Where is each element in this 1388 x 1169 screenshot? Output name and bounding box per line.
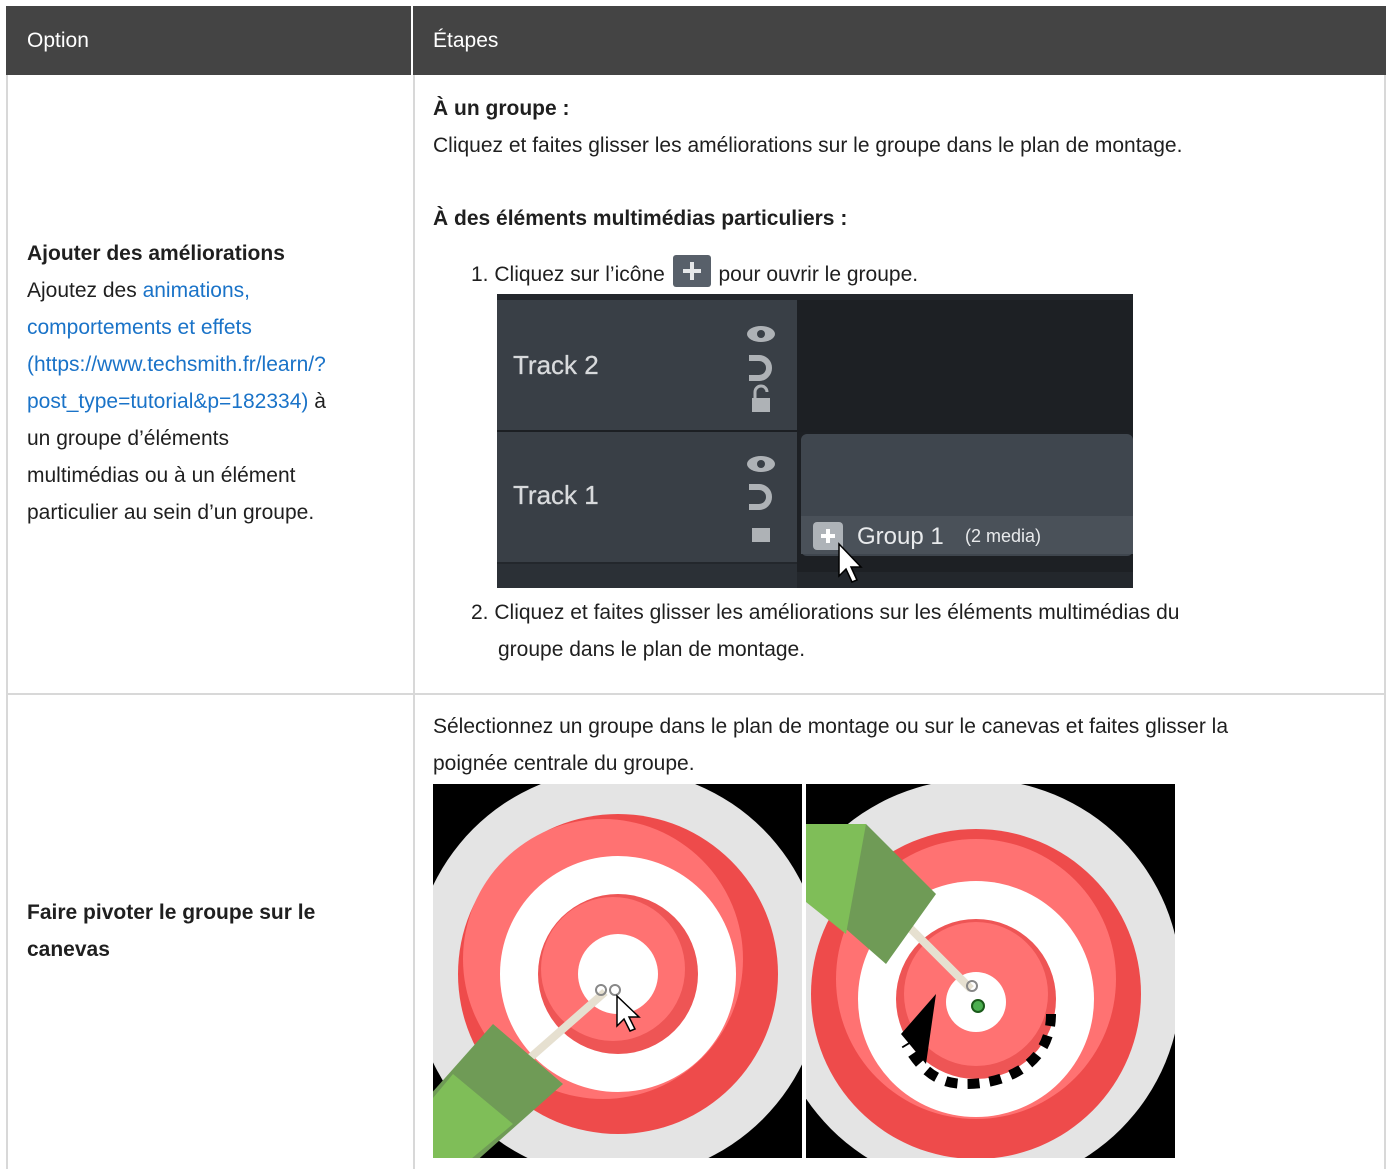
step2: 2. Cliquez et faites glisser les amélior… [471,594,1371,668]
row1-option-title: Ajouter des améliorations [27,242,285,265]
step2-line1: 2. Cliquez et faites glisser les amélior… [471,594,1371,631]
steps-heading-group: À un groupe : [433,97,570,120]
column-header-steps: Étapes [413,6,1386,75]
table-border-right [1384,75,1386,1169]
timeline-screenshot: Track 2 Track 1 Group 1 (2 media) [497,294,1133,588]
row1-option-line4: post_type=tutorial&p=182334) à [27,383,387,420]
row1-option-cell: Ajouter des améliorations Ajoutez des an… [27,235,387,531]
option-text-after-link: à [308,390,326,413]
step2-number: 2. [471,601,489,624]
row2-steps-cell: Sélectionnez un groupe dans le plan de m… [433,708,1373,782]
option-link-part4[interactable]: post_type=tutorial&p=182334) [27,390,308,413]
steps-para-group: Cliquez et faites glisser les améliorati… [433,134,1183,157]
table-row-divider [6,693,1386,695]
option-link-part3[interactable]: (https://www.techsmith.fr/learn/? [27,346,387,383]
row1-option-line7: particulier au sein d’un groupe. [27,501,315,524]
step1-text-before: Cliquez sur l’icône [494,263,665,286]
row1-option-line6: multimédias ou à un élément [27,464,296,487]
row2-steps-line1: Sélectionnez un groupe dans le plan de m… [433,715,1229,738]
step1-text-after: pour ouvrir le groupe. [718,263,919,286]
row2-option-cell: Faire pivoter le groupe sur le canevas [27,894,387,968]
rotate-before-image [433,784,802,1158]
track1-label: Track 1 [513,480,599,510]
track2-label: Track 2 [513,350,599,380]
row1-option-line1: Ajoutez des animations, [27,272,387,309]
steps-heading-media: À des éléments multimédias particuliers … [433,207,848,230]
option-link-part2[interactable]: comportements et effets [27,309,387,346]
group-label: Group 1 [857,523,944,550]
row2-option-title-line1: Faire pivoter le groupe sur le [27,901,316,924]
group-count: (2 media) [965,526,1041,546]
column-header-option: Option [6,6,413,75]
step1-number: 1. [471,263,489,286]
table-border-left [6,75,8,1169]
step1: 1. Cliquez sur l’icône pour ouvrir le gr… [471,255,1371,293]
row1-steps-heading1: À un groupe : Cliquez et faites glisser … [433,90,1373,164]
row2-option-title-line2: canevas [27,938,110,961]
step2-text-line2: groupe dans le plan de montage. [498,638,806,661]
rotate-after-image [806,784,1175,1158]
table-column-divider [413,75,415,1169]
row2-steps-line2: poignée centrale du groupe. [433,752,695,775]
row1-option-line5: un groupe d’éléments [27,427,229,450]
option-text-before: Ajoutez des [27,279,143,302]
plus-icon [672,255,711,287]
option-link-part1[interactable]: animations, [143,279,250,302]
step2-text-line1: Cliquez et faites glisser les améliorati… [494,601,1180,624]
